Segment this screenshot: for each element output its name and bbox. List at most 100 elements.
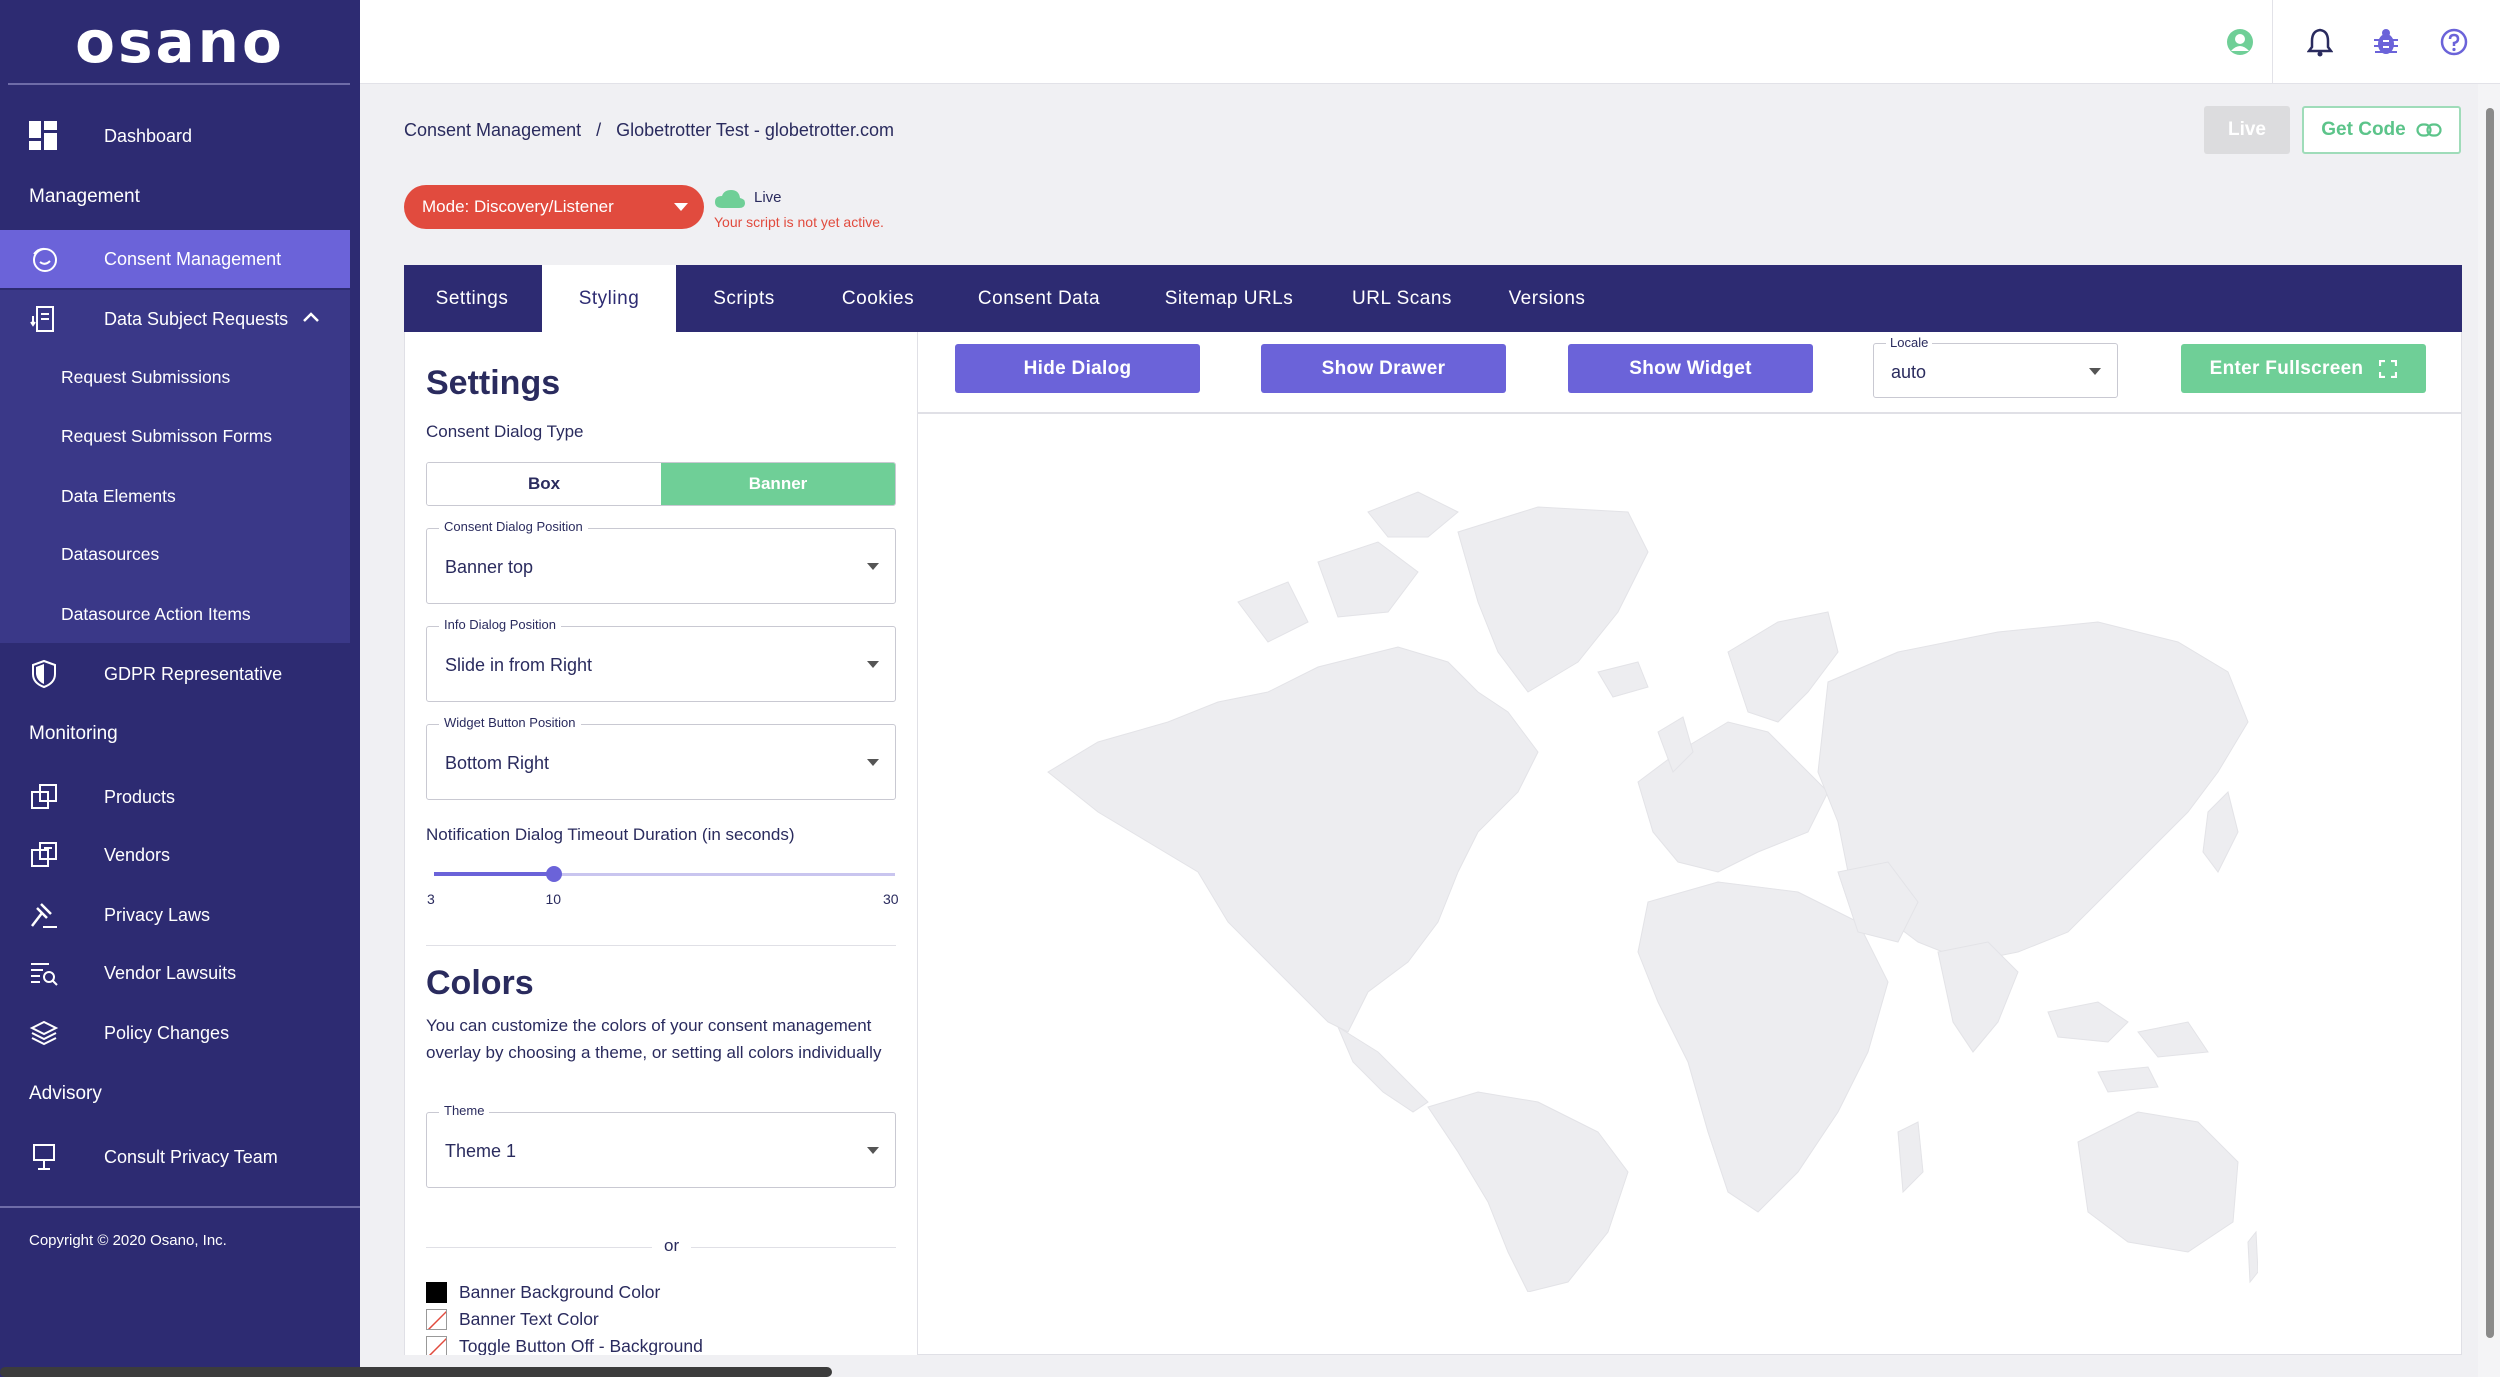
breadcrumb-root[interactable]: Consent Management xyxy=(404,120,581,140)
bug-icon[interactable] xyxy=(2368,24,2404,60)
locale-select[interactable]: Locale auto xyxy=(1873,335,2118,398)
colors-heading: Colors xyxy=(426,964,534,1002)
dialog-type-banner-option[interactable]: Banner xyxy=(661,463,895,505)
chevron-up-icon[interactable] xyxy=(302,310,320,324)
presentation-icon xyxy=(28,1141,60,1173)
horizontal-scrollbar[interactable] xyxy=(0,1367,832,1377)
info-dialog-position-select[interactable]: Info Dialog Position Slide in from Right xyxy=(426,617,896,702)
sidebar-item-vendor-lawsuits[interactable]: Vendor Lawsuits xyxy=(0,944,360,1002)
color-swatch-empty[interactable] xyxy=(426,1336,447,1355)
sidebar-subitem-request-submissions[interactable]: Request Submissions xyxy=(61,367,230,388)
sidebar-item-vendors[interactable]: Vendors xyxy=(0,826,360,884)
tab-bar: Settings Styling Scripts Cookies Consent… xyxy=(404,265,2462,332)
tab-versions[interactable]: Versions xyxy=(1480,265,1614,332)
cloud-icon xyxy=(715,190,745,208)
get-code-button[interactable]: Get Code xyxy=(2302,106,2461,154)
color-item-toggle-off-background[interactable]: Toggle Button Off - Background xyxy=(426,1336,703,1355)
enter-fullscreen-button[interactable]: Enter Fullscreen xyxy=(2181,344,2426,393)
sidebar-subitem-request-submission-forms[interactable]: Request Submisson Forms xyxy=(61,426,272,447)
tab-sitemap-urls[interactable]: Sitemap URLs xyxy=(1134,265,1324,332)
widget-button-position-select[interactable]: Widget Button Position Bottom Right xyxy=(426,715,896,800)
vertical-scrollbar-thumb[interactable] xyxy=(2486,108,2494,1338)
tab-styling[interactable]: Styling xyxy=(542,265,676,332)
sidebar-item-consent-management[interactable]: Consent Management xyxy=(0,230,350,288)
divider xyxy=(426,945,896,946)
breadcrumb-current: Globetrotter Test - globetrotter.com xyxy=(616,120,894,140)
top-bar xyxy=(360,0,2500,84)
copyright: Copyright © 2020 Osano, Inc. xyxy=(29,1232,227,1249)
consent-dialog-position-select[interactable]: Consent Dialog Position Banner top xyxy=(426,519,896,604)
colors-description: You can customize the colors of your con… xyxy=(426,1016,882,1062)
sidebar-item-policy-changes[interactable]: Policy Changes xyxy=(0,1004,360,1062)
live-status-label: Live xyxy=(754,189,782,206)
select-value: Slide in from Right xyxy=(445,655,593,675)
select-legend: Consent Dialog Position xyxy=(439,519,588,534)
document-sync-icon xyxy=(28,303,60,335)
sidebar-item-label: Vendors xyxy=(104,844,171,865)
sidebar-item-label: Products xyxy=(104,786,176,807)
timeout-value-label: 10 xyxy=(545,891,562,907)
help-circle-icon[interactable] xyxy=(2436,24,2472,60)
select-value: Bottom Right xyxy=(445,753,550,773)
list-search-icon xyxy=(28,957,60,989)
script-warning: Your script is not yet active. xyxy=(714,214,884,230)
color-item-label: Banner Text Color xyxy=(459,1309,599,1329)
live-button[interactable]: Live xyxy=(2204,106,2290,154)
sidebar-subitem-data-elements[interactable]: Data Elements xyxy=(61,486,176,507)
sidebar-item-privacy-laws[interactable]: Privacy Laws xyxy=(0,886,360,944)
breadcrumb-separator: / xyxy=(596,120,602,140)
or-label: or xyxy=(652,1236,692,1256)
gavel-icon xyxy=(28,899,60,931)
select-legend: Locale xyxy=(1886,335,1933,350)
sidebar-item-consult-privacy-team[interactable]: Consult Privacy Team xyxy=(0,1128,360,1186)
color-item-banner-text[interactable]: Banner Text Color xyxy=(426,1309,599,1330)
select-value: auto xyxy=(1891,362,1927,382)
tab-consent-data[interactable]: Consent Data xyxy=(944,265,1134,332)
osano-logo[interactable]: osano xyxy=(0,0,360,84)
sidebar-item-label: Dashboard xyxy=(104,125,193,146)
theme-select[interactable]: Theme Theme 1 xyxy=(426,1103,896,1188)
bell-icon[interactable] xyxy=(2302,24,2338,60)
sidebar-item-gdpr-representative[interactable]: GDPR Representative xyxy=(0,645,360,703)
dropdown-arrow-icon xyxy=(867,1147,879,1154)
dropdown-arrow-icon xyxy=(867,759,879,766)
timeout-max-label: 30 xyxy=(883,891,899,907)
fullscreen-icon xyxy=(2379,359,2398,378)
dialog-type-box-option[interactable]: Box xyxy=(427,463,661,505)
select-legend: Widget Button Position xyxy=(439,715,581,730)
dashboard-icon xyxy=(28,120,60,152)
sidebar: osano Dashboard Management Consent Manag… xyxy=(0,0,360,1377)
styling-settings-panel: Settings Consent Dialog Type Box Banner … xyxy=(404,332,918,1355)
color-swatch[interactable] xyxy=(426,1282,447,1303)
section-management: Management xyxy=(29,186,140,207)
color-swatch-empty[interactable] xyxy=(426,1309,447,1330)
dropdown-arrow-icon xyxy=(867,661,879,668)
show-widget-button[interactable]: Show Widget xyxy=(1568,344,1813,393)
sidebar-item-label: Policy Changes xyxy=(104,1022,230,1043)
color-item-label: Toggle Button Off - Background xyxy=(459,1336,703,1355)
sidebar-item-label: Consent Management xyxy=(104,248,282,269)
show-drawer-button[interactable]: Show Drawer xyxy=(1261,344,1506,393)
sidebar-divider xyxy=(0,1206,360,1208)
preview-pane: Hide Dialog Show Drawer Show Widget Loca… xyxy=(918,332,2462,1355)
consent-icon xyxy=(28,243,60,275)
sidebar-item-products[interactable]: Products xyxy=(0,768,360,826)
timeout-slider-thumb[interactable] xyxy=(545,866,562,882)
color-item-label: Banner Background Color xyxy=(459,1282,661,1302)
tab-url-scans[interactable]: URL Scans xyxy=(1324,265,1480,332)
tab-scripts[interactable]: Scripts xyxy=(676,265,812,332)
tab-cookies[interactable]: Cookies xyxy=(812,265,944,332)
breadcrumb: Consent Management / Globetrotter Test -… xyxy=(404,120,904,141)
hide-dialog-button[interactable]: Hide Dialog xyxy=(955,344,1200,393)
section-monitoring: Monitoring xyxy=(29,723,118,744)
sidebar-subitem-datasources[interactable]: Datasources xyxy=(61,544,159,565)
mode-dropdown[interactable]: Mode: Discovery/Listener xyxy=(404,185,704,229)
sidebar-divider xyxy=(8,83,350,85)
user-circle-icon[interactable] xyxy=(2222,24,2258,60)
color-item-banner-background[interactable]: Banner Background Color xyxy=(426,1282,660,1303)
caret-down-icon xyxy=(674,203,688,211)
sidebar-subitem-datasource-action-items[interactable]: Datasource Action Items xyxy=(61,604,251,625)
sidebar-item-dashboard[interactable]: Dashboard xyxy=(0,107,360,165)
world-map-background xyxy=(1047,491,2258,1292)
tab-settings[interactable]: Settings xyxy=(404,265,540,332)
